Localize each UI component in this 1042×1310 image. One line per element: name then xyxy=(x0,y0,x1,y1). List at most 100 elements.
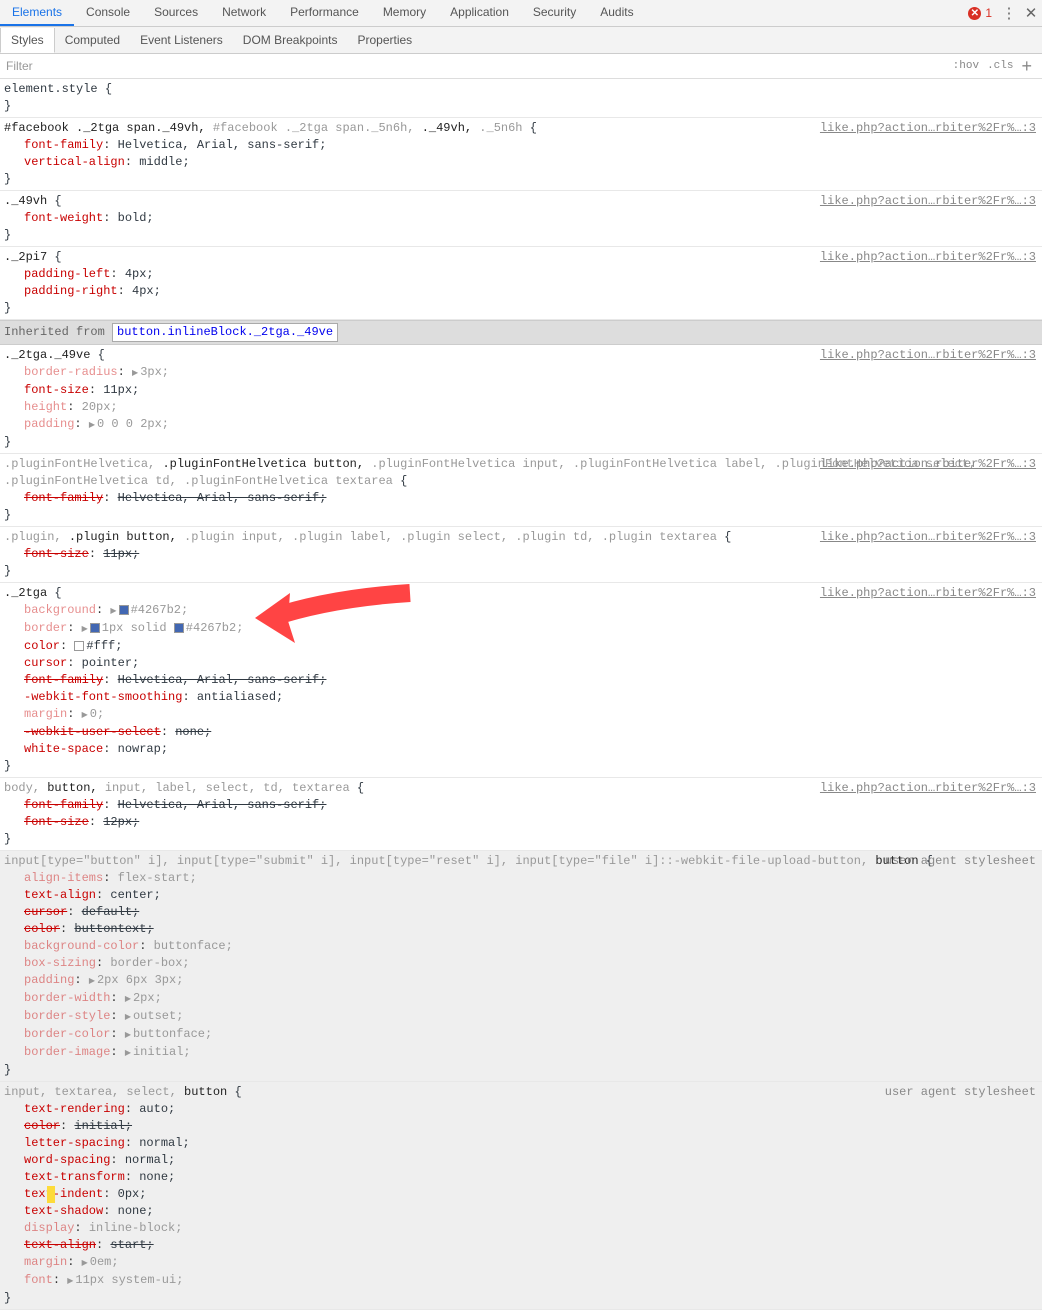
css-declaration[interactable]: letter-spacing: normal; xyxy=(24,1135,1038,1152)
css-declaration[interactable]: color: initial; xyxy=(24,1118,1038,1135)
expand-triangle-icon[interactable]: ▶ xyxy=(82,707,88,724)
top-tab-console[interactable]: Console xyxy=(74,0,142,26)
css-declaration[interactable]: border: ▶1px solid #4267b2; xyxy=(24,620,1038,638)
expand-triangle-icon[interactable]: ▶ xyxy=(82,621,88,638)
css-declaration[interactable]: text-align: center; xyxy=(24,887,1038,904)
expand-triangle-icon[interactable]: ▶ xyxy=(89,973,95,990)
css-declaration[interactable]: border-radius: ▶3px; xyxy=(24,364,1038,382)
close-icon[interactable]: ✕ xyxy=(1020,4,1042,22)
add-rule-icon[interactable]: + xyxy=(1017,56,1036,77)
filter-input[interactable]: Filter xyxy=(6,59,949,73)
expand-triangle-icon[interactable]: ▶ xyxy=(132,365,138,382)
css-declaration[interactable]: text-rendering: auto; xyxy=(24,1101,1038,1118)
css-declaration[interactable]: text-shadow: none; xyxy=(24,1203,1038,1220)
sub-tab-computed[interactable]: Computed xyxy=(55,28,130,52)
css-declaration[interactable]: color: buttontext; xyxy=(24,921,1038,938)
rule-source-link[interactable]: like.php?action…rbiter%2Fr%…:3 xyxy=(820,529,1036,546)
rule-source-link[interactable]: like.php?action…rbiter%2Fr%…:3 xyxy=(820,456,1036,473)
rule-source-link[interactable]: like.php?action…rbiter%2Fr%…:3 xyxy=(820,249,1036,266)
rule-source-link[interactable]: like.php?action…rbiter%2Fr%…:3 xyxy=(820,585,1036,602)
top-tab-memory[interactable]: Memory xyxy=(371,0,438,26)
color-swatch[interactable] xyxy=(119,605,129,615)
css-declaration[interactable]: box-sizing: border-box; xyxy=(24,955,1038,972)
expand-triangle-icon[interactable]: ▶ xyxy=(110,603,116,620)
rule-source-link[interactable]: like.php?action…rbiter%2Fr%…:3 xyxy=(820,347,1036,364)
rule-source-link[interactable]: like.php?action…rbiter%2Fr%…:3 xyxy=(820,780,1036,797)
sub-tab-event-listeners[interactable]: Event Listeners xyxy=(130,28,233,52)
rule-selector[interactable]: element.style xyxy=(4,82,105,96)
css-declaration[interactable]: font-family: Helvetica, Arial, sans-seri… xyxy=(24,490,1038,507)
rule-selector[interactable]: ._2pi7 xyxy=(4,250,47,264)
top-tab-sources[interactable]: Sources xyxy=(142,0,210,26)
css-declaration[interactable]: margin: ▶0em; xyxy=(24,1254,1038,1272)
css-declaration[interactable]: font-size: 11px; xyxy=(24,382,1038,399)
color-swatch[interactable] xyxy=(174,623,184,633)
css-declaration[interactable]: -webkit-user-select: none; xyxy=(24,724,1038,741)
rule-source-link[interactable]: user agent stylesheet xyxy=(885,853,1036,870)
rule-selector[interactable]: .plugin, .plugin button, .plugin input, … xyxy=(4,530,717,544)
kebab-menu-icon[interactable]: ⋮ xyxy=(998,4,1020,22)
rule-source-link[interactable]: like.php?action…rbiter%2Fr%…:3 xyxy=(820,120,1036,137)
rule-selector[interactable]: input[type="button" i], input[type="subm… xyxy=(4,854,919,868)
rule-selector[interactable]: ._2tga._49ve xyxy=(4,348,90,362)
expand-triangle-icon[interactable]: ▶ xyxy=(82,1255,88,1272)
css-declaration[interactable]: padding-right: 4px; xyxy=(24,283,1038,300)
expand-triangle-icon[interactable]: ▶ xyxy=(89,417,95,434)
css-declaration[interactable]: word-spacing: normal; xyxy=(24,1152,1038,1169)
css-declaration[interactable]: background: ▶#4267b2; xyxy=(24,602,1038,620)
top-tab-application[interactable]: Application xyxy=(438,0,521,26)
css-declaration[interactable]: margin: ▶0; xyxy=(24,706,1038,724)
expand-triangle-icon[interactable]: ▶ xyxy=(125,1045,131,1062)
color-swatch[interactable] xyxy=(90,623,100,633)
rule-selector[interactable]: #facebook ._2tga span._49vh, #facebook .… xyxy=(4,121,523,135)
css-declaration[interactable]: border-width: ▶2px; xyxy=(24,990,1038,1008)
inherited-element-link[interactable]: button.inlineBlock._2tga._49ve xyxy=(112,323,338,342)
css-declaration[interactable]: cursor: default; xyxy=(24,904,1038,921)
sub-tab-styles[interactable]: Styles xyxy=(0,28,55,53)
top-tab-performance[interactable]: Performance xyxy=(278,0,371,26)
expand-triangle-icon[interactable]: ▶ xyxy=(125,991,131,1008)
rule-selector[interactable]: ._49vh xyxy=(4,194,47,208)
css-declaration[interactable]: display: inline-block; xyxy=(24,1220,1038,1237)
css-declaration[interactable]: white-space: nowrap; xyxy=(24,741,1038,758)
css-declaration[interactable]: border-color: ▶buttonface; xyxy=(24,1026,1038,1044)
cls-toggle[interactable]: .cls xyxy=(987,60,1013,72)
css-declaration[interactable]: vertical-align: middle; xyxy=(24,154,1038,171)
css-declaration[interactable]: padding: ▶2px 6px 3px; xyxy=(24,972,1038,990)
css-declaration[interactable]: font-family: Helvetica, Arial, sans-seri… xyxy=(24,797,1038,814)
css-declaration[interactable]: border-style: ▶outset; xyxy=(24,1008,1038,1026)
error-counter[interactable]: ✕1 xyxy=(968,6,992,20)
css-declaration[interactable]: font: ▶11px system-ui; xyxy=(24,1272,1038,1290)
css-declaration[interactable]: font-size: 11px; xyxy=(24,546,1038,563)
css-declaration[interactable]: align-items: flex-start; xyxy=(24,870,1038,887)
top-tab-audits[interactable]: Audits xyxy=(588,0,645,26)
top-tab-security[interactable]: Security xyxy=(521,0,588,26)
css-declaration[interactable]: padding: ▶0 0 0 2px; xyxy=(24,416,1038,434)
hov-toggle[interactable]: :hov xyxy=(953,60,979,72)
css-declaration[interactable]: text-align: start; xyxy=(24,1237,1038,1254)
expand-triangle-icon[interactable]: ▶ xyxy=(125,1027,131,1044)
rule-selector[interactable]: ._2tga xyxy=(4,586,47,600)
css-declaration[interactable]: cursor: pointer; xyxy=(24,655,1038,672)
expand-triangle-icon[interactable]: ▶ xyxy=(125,1009,131,1026)
css-declaration[interactable]: color: #fff; xyxy=(24,638,1038,655)
css-declaration[interactable]: height: 20px; xyxy=(24,399,1038,416)
color-swatch[interactable] xyxy=(74,641,84,651)
expand-triangle-icon[interactable]: ▶ xyxy=(67,1273,73,1290)
css-declaration[interactable]: font-size: 12px; xyxy=(24,814,1038,831)
css-declaration[interactable]: font-weight: bold; xyxy=(24,210,1038,227)
top-tab-elements[interactable]: Elements xyxy=(0,0,74,26)
sub-tab-properties[interactable]: Properties xyxy=(347,28,422,52)
css-declaration[interactable]: -webkit-font-smoothing: antialiased; xyxy=(24,689,1038,706)
rule-source-link[interactable]: like.php?action…rbiter%2Fr%…:3 xyxy=(820,193,1036,210)
sub-tab-dom-breakpoints[interactable]: DOM Breakpoints xyxy=(233,28,348,52)
top-tab-network[interactable]: Network xyxy=(210,0,278,26)
css-declaration[interactable]: text-indent: 0px; xyxy=(24,1186,1038,1203)
css-declaration[interactable]: padding-left: 4px; xyxy=(24,266,1038,283)
css-declaration[interactable]: font-family: Helvetica, Arial, sans-seri… xyxy=(24,137,1038,154)
css-declaration[interactable]: font-family: Helvetica, Arial, sans-seri… xyxy=(24,672,1038,689)
css-declaration[interactable]: background-color: buttonface; xyxy=(24,938,1038,955)
rule-source-link[interactable]: user agent stylesheet xyxy=(885,1084,1036,1101)
css-declaration[interactable]: text-transform: none; xyxy=(24,1169,1038,1186)
rule-selector[interactable]: input, textarea, select, button xyxy=(4,1085,227,1099)
